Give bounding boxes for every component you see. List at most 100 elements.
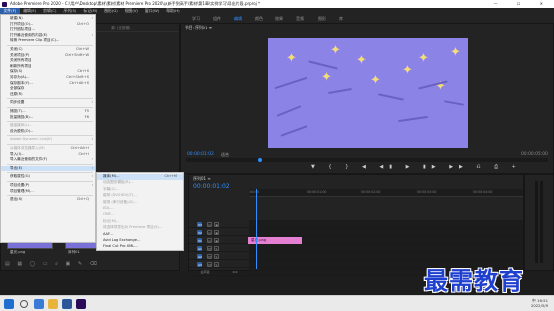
file-menu-item[interactable]: 还原(R) [1,92,95,98]
ruler-tick-label: 00:00:03:00 [417,190,437,194]
program-tab[interactable]: 节目: 序列01 ≡ [185,24,212,32]
workspace-tab[interactable]: 颜色 [255,14,263,23]
track-name[interactable]: V3 [197,221,202,227]
file-menu-item[interactable]: 项目管理(M)... [1,189,95,195]
star-graphic: ✦ [370,73,381,88]
playhead-handle[interactable] [258,158,262,162]
file-menu-item[interactable]: 同步设置 › [1,100,95,106]
project-item-label: 星光.png [10,250,26,254]
track-toggle[interactable]: ⊡ [207,221,212,227]
file-menu-item[interactable]: 退出(X) Ctrl+Q [1,197,95,203]
file-menu-item[interactable]: 转换 Premiere Clip 项目(C)... [1,38,95,44]
system-tray[interactable]: 中 16:51 2022/5/9 [531,298,548,308]
menu-item-label: 关闭(C) [10,47,23,51]
playhead-line[interactable] [256,189,257,269]
star-graphic: ✦ [356,53,367,68]
track-toggle[interactable]: 0.0 [229,270,241,275]
star-graphic: ✦ [321,70,332,85]
menu-separator [7,45,93,46]
file-menu-item[interactable]: 导入最近使用的文件(F) › [1,157,95,163]
track-toggle[interactable]: ◉ [214,229,219,235]
program-preview: ✦ ✦ ✦ ✦ ✦ ✦ ✦ ✦ ✦ [268,38,468,148]
track-lane[interactable] [249,244,523,252]
export-menu-item: 动态图形模板(R)... [97,180,183,186]
track-toggle[interactable]: M [207,245,212,251]
menu-item-label: 磁带 (串行设备)(S)... [103,199,138,204]
submenu-arrow-icon: › [91,165,93,170]
export-menu-item[interactable]: 媒体(M)... Ctrl+M [97,174,183,180]
wave-graphic [308,60,338,70]
word-app-icon[interactable] [62,299,72,309]
track-toggle[interactable]: ⊡ [207,229,212,235]
menu-item-label: 全部保存 [10,86,25,91]
track-toggle[interactable]: M [207,253,212,259]
submenu-arrow-icon: › [91,137,93,142]
workspace-tab[interactable]: 图形 [318,14,326,23]
menu-item-label: 转换 Premiere Clip 项目(C)... [10,38,60,43]
track-lane[interactable] [249,220,523,228]
export-menu-item: OMF... [97,212,183,218]
menu-item-label: 磁带 (DV/HDV)(T)... [103,193,137,198]
track-toggle[interactable]: S [214,261,219,267]
track-name[interactable]: A3 [197,261,202,267]
menu-item-label: 项目设置(P) [10,183,30,187]
menu-item-label: 打开项目(O)... [10,21,34,26]
file-explorer-icon[interactable] [48,299,58,309]
workspace-tab[interactable]: 音频 [296,14,304,23]
window-controls[interactable]: — ☐ ✕ [494,0,552,8]
timeline-timecode[interactable]: 00:00:01:02 [193,183,230,190]
track-toggle[interactable]: ⊡ [207,237,212,243]
star-graphic: ✦ [402,63,413,78]
timeline-tab[interactable]: 序列01 ≡ [193,176,211,182]
menu-item-label: 导出(E) [10,165,23,170]
export-menu-item[interactable]: AAF... [97,232,183,238]
file-menu-item[interactable]: 批量捕捉(B)... F6 [1,115,95,121]
transport-controls[interactable]: ▼ { } ◀ ◀▮ ▶ ▮▶ ▶▶ ⎌ ⎙ + [311,164,522,170]
menu-separator [7,107,93,108]
menu-separator [7,163,93,165]
ruler-tick-label: 00:00:01:00 [307,190,327,194]
source-panel-tab[interactable]: 源: (无剪辑) [111,24,131,32]
edge-browser-icon[interactable] [34,299,44,309]
export-menu-item[interactable]: Final Cut Pro XML... [97,244,183,250]
submenu-arrow-icon: › [91,174,93,179]
star-graphic: ✦ [286,51,297,66]
track-toggle[interactable]: S [214,245,219,251]
file-menu-item[interactable]: 导出(E) › [1,165,95,172]
project-footer-icons[interactable]: ▤ ▦ ◯ ▭ ⌕ ▣ ✎ ⌫ [5,261,100,267]
workspace-tab[interactable]: 组件 [213,14,221,23]
watermark: 最需教育 [424,266,524,295]
track-name[interactable]: 主声道 [197,270,213,275]
track-name[interactable]: V2 [197,229,202,235]
star-graphic: ✦ [418,51,429,66]
program-timecode[interactable]: 00:00:01:02 [187,152,214,157]
export-submenu: 媒体(M)... Ctrl+M 动态图形模板(R)... 字幕(C)... 磁带 (DV… [96,172,184,251]
program-scrubber[interactable] [186,158,548,162]
menu-item-label: 链接媒体(L)... [10,123,33,128]
workspace-tab[interactable]: 效果 [275,14,283,23]
premiere-app-icon[interactable] [76,299,86,309]
time-ruler[interactable]: :00:00 00:00:01:00 00:00:02:00 00:00:03:00 0… [249,189,523,197]
track-toggle[interactable]: ◉ [214,221,219,227]
export-menu-item: 字幕(C)... [97,187,183,193]
submenu-arrow-icon: › [91,100,93,105]
export-menu-item[interactable]: Avid Log Exchange... [97,238,183,244]
workspace-tab[interactable]: 库 [339,14,343,23]
track-name[interactable]: A2 [197,253,202,259]
track-toggle[interactable]: S [214,253,219,259]
track-lane[interactable] [249,228,523,236]
file-menu-item[interactable]: 设为脱机(O)... [1,129,95,135]
track-name[interactable]: A1 [197,245,202,251]
track-toggle[interactable]: M [207,261,212,267]
track-toggle[interactable]: ◉ [214,237,219,243]
wave-graphic [443,100,465,106]
menu-item-label: 标记(M)... [103,218,120,223]
ruler-tick-label: :00:00 [249,190,260,194]
track-lane[interactable] [249,252,523,260]
track-name[interactable]: V1 [197,237,202,243]
windows-start-icon[interactable] [4,299,14,309]
menu-item-label: 设为脱机(O)... [10,128,34,133]
workspace-tab[interactable]: 学习 [192,14,200,23]
file-menu-item[interactable]: 获取属性(G) › [1,174,95,180]
search-icon[interactable] [20,300,28,308]
